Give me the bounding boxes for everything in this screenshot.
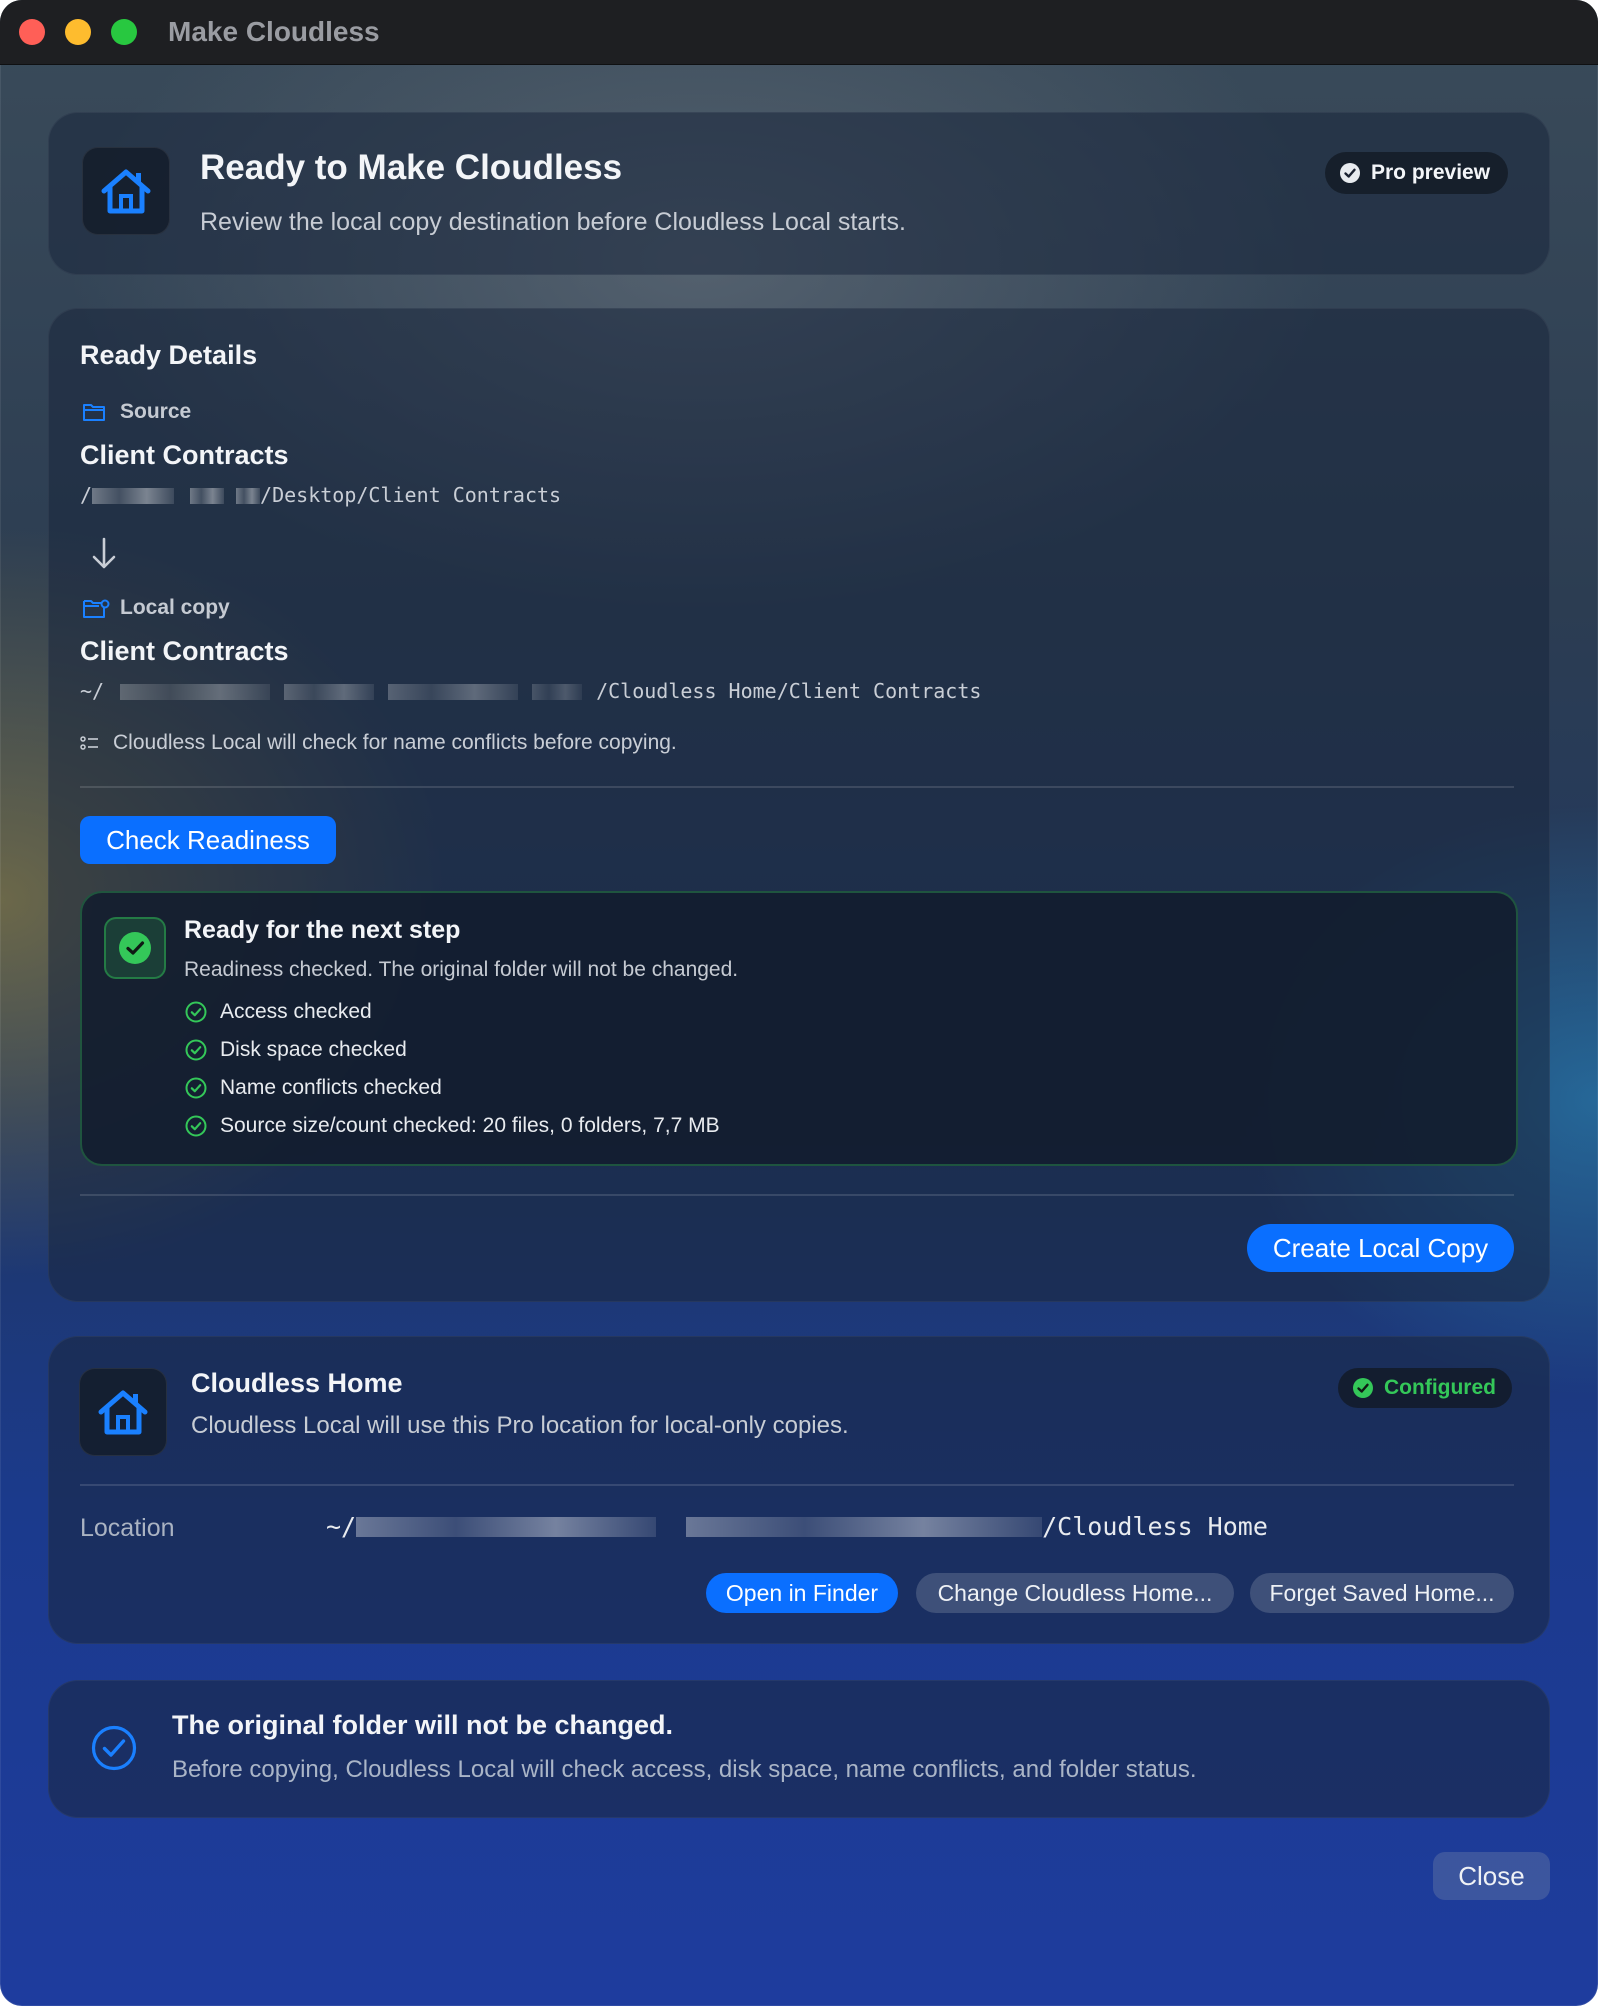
checkmark-circle-icon [185,1039,207,1061]
header-title: Ready to Make Cloudless [200,148,623,187]
checkmark-circle-icon [1340,163,1360,183]
check-item-label: Name conflicts checked [220,1076,442,1099]
checkmark-circle-icon [185,1001,207,1023]
source-label: Source [120,400,192,423]
header-subtitle: Review the local copy destination before… [200,208,906,236]
check-item: Name conflicts checked [185,1076,442,1100]
redacted-path-segment [284,684,375,700]
redacted-path-segment [388,684,519,700]
redacted-path-segment [92,488,175,504]
divider [80,786,1514,788]
check-item-label: Access checked [220,1000,372,1023]
folder-badge-icon [83,599,110,618]
ready-subtitle: Readiness checked. The original folder w… [184,958,739,981]
pro-preview-badge: Pro preview [1325,152,1509,194]
details-title: Ready Details [80,340,258,370]
window: Make Cloudless Ready to Make Cloudless R… [0,0,1598,2006]
configured-label: Configured [1384,1376,1496,1399]
create-local-copy-button[interactable]: Create Local Copy [1247,1224,1514,1272]
window-title: Make Cloudless [168,16,380,47]
title-bar: Make Cloudless [0,0,1598,65]
checkmark-circle-icon [91,1725,137,1771]
zoom-window-button[interactable] [111,19,137,45]
redacted-path-segment [686,1517,1043,1537]
checkmark-circle-icon [185,1077,207,1099]
local-copy-path-suffix: /Cloudless Home/Client Contracts [596,679,982,703]
redacted-path-segment [190,488,225,504]
location-label: Location [80,1514,175,1542]
check-item: Source size/count checked: 20 files, 0 f… [185,1114,720,1138]
source-name: Client Contracts [80,440,289,470]
source-path: / /Desktop/Client Contracts [80,483,561,507]
change-cloudless-home-button[interactable]: Change Cloudless Home... [916,1573,1234,1613]
close-button[interactable]: Close [1433,1852,1550,1900]
divider [80,1194,1514,1196]
home-title: Cloudless Home [191,1368,403,1398]
checkmark-circle-icon [1353,1378,1373,1398]
notice-card: The original folder will not be changed.… [48,1680,1550,1818]
close-window-button[interactable] [19,19,45,45]
configured-badge: Configured [1338,1368,1512,1408]
check-item-label: Disk space checked [220,1038,407,1061]
check-item-label: Source size/count checked: 20 files, 0 f… [220,1114,720,1137]
check-readiness-button[interactable]: Check Readiness [80,816,336,864]
house-icon [101,169,151,214]
checkmark-square-icon [104,917,166,979]
open-in-finder-button[interactable]: Open in Finder [706,1573,898,1613]
house-icon [98,1390,148,1435]
local-copy-label: Local copy [120,596,230,619]
header-card: Ready to Make Cloudless Review the local… [48,112,1550,275]
arrow-down-icon [92,537,116,569]
pro-preview-label: Pro preview [1371,161,1491,184]
redacted-path-segment [356,1517,657,1537]
list-icon [80,736,98,750]
local-copy-path: ~/ /Cloudless Home/Client Contracts [80,679,981,703]
redacted-path-segment [236,488,261,504]
source-path-suffix: /Desktop/Client Contracts [260,483,562,507]
folder-icon [83,404,105,421]
check-item: Disk space checked [185,1038,407,1062]
header-icon-box [82,147,170,235]
source-path-prefix: / [80,483,93,507]
divider [80,1484,1514,1486]
notice-text: Before copying, Cloudless Local will che… [172,1756,1197,1783]
forget-saved-home-button[interactable]: Forget Saved Home... [1250,1573,1514,1613]
redacted-path-segment [120,684,271,700]
checkmark-circle-icon [185,1115,207,1137]
location-path-suffix: /Cloudless Home [1042,1512,1268,1541]
local-copy-name: Client Contracts [80,636,289,666]
local-copy-path-prefix: ~/ [80,679,105,703]
check-item: Access checked [185,1000,372,1024]
ready-title: Ready for the next step [184,916,461,944]
minimize-window-button[interactable] [65,19,91,45]
home-subtitle: Cloudless Local will use this Pro locati… [191,1412,849,1439]
location-path: ~/ /Cloudless Home [326,1512,1268,1541]
cloudless-home-card: Cloudless Home Cloudless Local will use … [48,1336,1550,1644]
redacted-path-segment [532,684,583,700]
conflict-note: Cloudless Local will check for name conf… [113,731,677,754]
home-icon-box [79,1368,167,1456]
location-path-prefix: ~/ [326,1512,357,1541]
notice-title: The original folder will not be changed. [172,1710,674,1740]
